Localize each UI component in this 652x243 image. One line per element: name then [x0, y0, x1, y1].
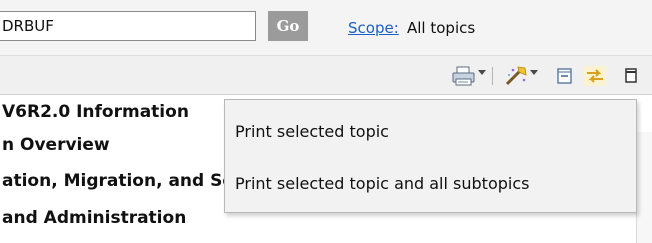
collapse-all-icon[interactable] — [556, 66, 574, 86]
go-button[interactable]: Go — [268, 11, 308, 41]
scope-link[interactable]: Scope: — [348, 19, 399, 37]
sync-toc-icon[interactable] — [584, 66, 606, 86]
highlight-icon[interactable] — [504, 66, 528, 86]
print-menu: Print selected topic Print selected topi… — [224, 99, 637, 213]
tree-item[interactable]: V6R2.0 Information — [2, 102, 189, 122]
tree-item[interactable]: and Administration — [2, 208, 186, 228]
print-icon[interactable] — [452, 66, 476, 86]
toolbar — [0, 55, 652, 95]
menu-item-print-selected-topic[interactable]: Print selected topic — [235, 122, 389, 141]
maximize-icon[interactable] — [624, 66, 638, 86]
print-dropdown-arrow-icon[interactable] — [478, 70, 486, 75]
highlight-dropdown-arrow-icon[interactable] — [530, 70, 538, 75]
toolbar-separator — [492, 67, 493, 85]
tree-item[interactable]: n Overview — [2, 135, 110, 155]
scope-value: All topics — [407, 19, 476, 37]
menu-item-print-topic-and-subtopics[interactable]: Print selected topic and all subtopics — [235, 174, 529, 193]
search-bar: DRBUF Go Scope: All topics — [0, 0, 652, 55]
vertical-scrollbar[interactable] — [636, 132, 652, 243]
search-input[interactable]: DRBUF — [0, 11, 256, 41]
